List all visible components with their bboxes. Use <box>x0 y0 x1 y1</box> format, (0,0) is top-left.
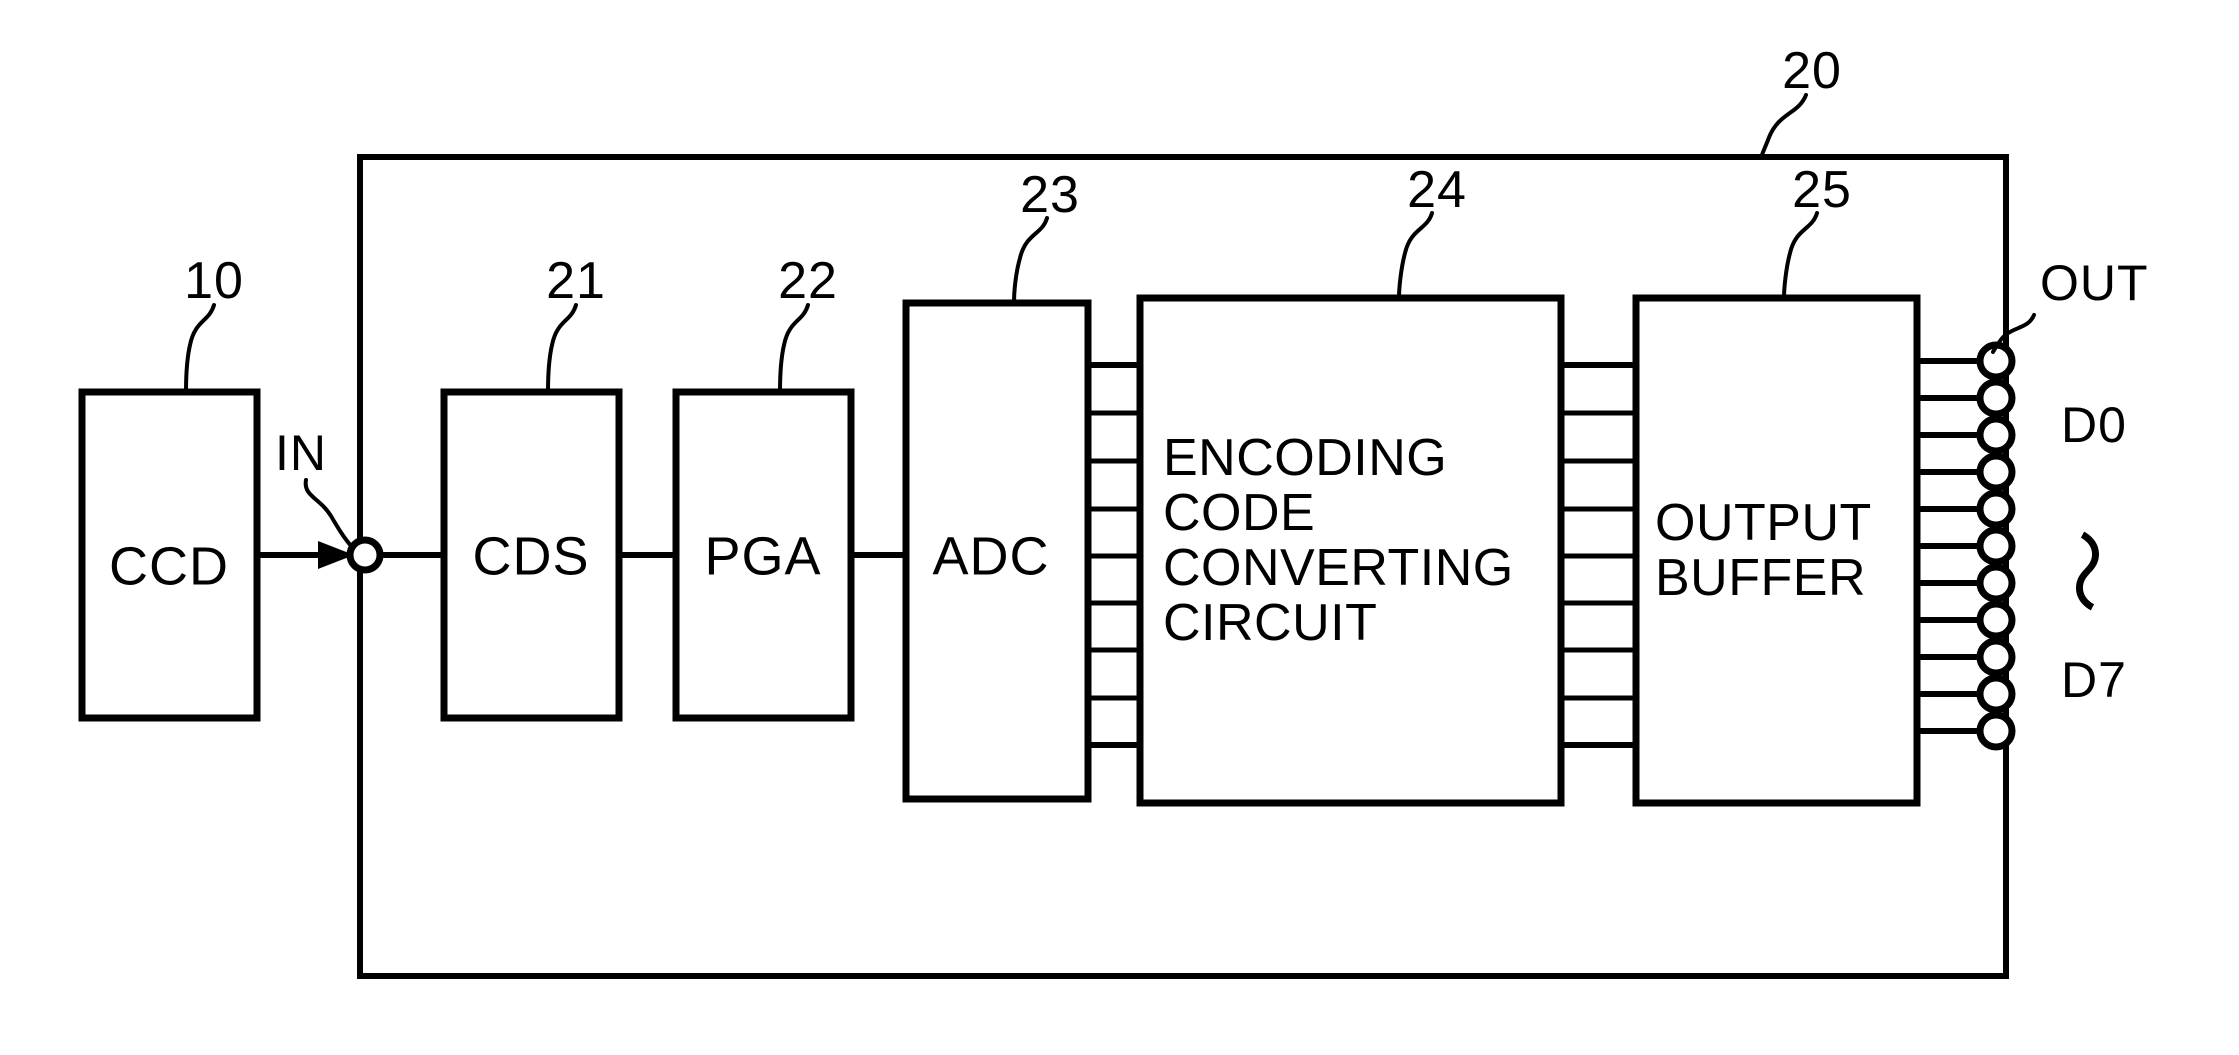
data-first-label: D0 <box>2061 397 2127 453</box>
output-pin-circle[interactable] <box>1976 415 2016 455</box>
reference-number-adc: 23 <box>1020 166 1080 224</box>
block-output-buffer-label-line2: BUFFER <box>1655 549 1866 607</box>
block-encoder-label-line2: CODE <box>1163 484 1315 542</box>
block-encoder-reference-leader <box>1397 211 1434 300</box>
patent-figure-canvas: CCD CDS PGA ADC ENCODING CODE CONVERTING… <box>0 0 2239 1055</box>
block-output-buffer-label-line1: OUTPUT <box>1655 494 1872 552</box>
reference-number-cds: 21 <box>546 252 606 310</box>
output-pin-circle[interactable] <box>1976 489 2016 529</box>
bus-encoder-to-output-buffer <box>1558 362 1639 748</box>
block-pga-reference-leader <box>778 303 810 394</box>
reference-number-encoder: 24 <box>1407 161 1467 219</box>
reference-number-ccd: 10 <box>184 252 244 310</box>
block-encoder-label-line4: CIRCUIT <box>1163 594 1377 652</box>
reference-number-output-buffer: 25 <box>1792 161 1852 219</box>
block-adc-reference-leader <box>1012 216 1049 305</box>
input-node-circle[interactable] <box>346 536 384 574</box>
block-diagram-svg: CCD CDS PGA ADC ENCODING CODE CONVERTING… <box>78 42 2149 979</box>
output-pin-circle[interactable] <box>1976 526 2016 566</box>
output-pin-circle[interactable] <box>1976 674 2016 714</box>
output-pin-circle[interactable] <box>1976 600 2016 640</box>
block-ccd-group[interactable]: CCD <box>78 303 261 722</box>
block-encoder-label-line1: ENCODING <box>1163 429 1447 487</box>
reference-number-pga: 22 <box>778 252 838 310</box>
output-pin-circle-d7[interactable] <box>1976 711 2016 751</box>
input-port-label: IN <box>275 425 327 481</box>
output-port-labels-group: OUT D0 〜 D7 <box>1991 255 2149 708</box>
chip-reference-leader <box>1759 93 1808 160</box>
block-encoder-group[interactable]: ENCODING CODE CONVERTING CIRCUIT <box>1136 211 1565 807</box>
input-port-group: IN <box>275 425 354 549</box>
block-adc-label: ADC <box>932 526 1049 586</box>
block-ccd-reference-leader <box>184 303 216 394</box>
block-pga-label: PGA <box>704 526 821 586</box>
block-ccd-label: CCD <box>109 536 229 596</box>
bus-adc-to-encoder <box>1085 362 1143 748</box>
output-pin-circle[interactable] <box>1976 452 2016 492</box>
output-pin-circle[interactable] <box>1976 637 2016 677</box>
block-cds-reference-leader <box>546 303 578 394</box>
data-range-symbol: 〜 <box>2036 528 2132 614</box>
block-adc-group[interactable]: ADC <box>902 216 1092 803</box>
block-output-buffer-reference-leader <box>1782 211 1819 300</box>
output-pins-group[interactable] <box>1914 341 2016 751</box>
output-port-label: OUT <box>2040 255 2149 311</box>
block-cds-label: CDS <box>472 526 589 586</box>
block-encoder-label-line3: CONVERTING <box>1163 539 1514 597</box>
output-pin-circle-d0[interactable] <box>1976 378 2016 418</box>
block-pga-group[interactable]: PGA <box>672 303 855 722</box>
reference-number-chip: 20 <box>1782 42 1842 100</box>
block-output-buffer-group[interactable]: OUTPUT BUFFER <box>1632 211 1921 807</box>
input-port-leader <box>303 478 354 549</box>
output-pin-circle[interactable] <box>1976 563 2016 603</box>
data-last-label: D7 <box>2061 652 2127 708</box>
block-cds-group[interactable]: CDS <box>440 303 623 722</box>
